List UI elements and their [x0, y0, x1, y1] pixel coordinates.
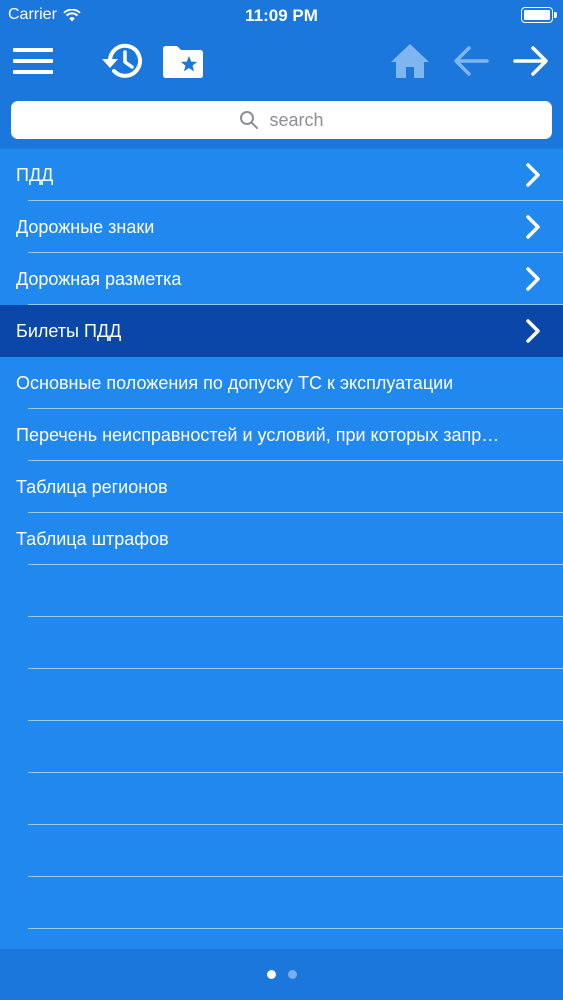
favorites-folder-icon [163, 46, 203, 78]
menu-list: ПДД Дорожные знаки Дорожная разметка Бил… [0, 149, 563, 981]
empty-row [0, 877, 563, 929]
empty-row [0, 617, 563, 669]
chevron-right-icon [526, 319, 540, 343]
list-item-fines-table[interactable]: Таблица штрафов [0, 513, 563, 565]
empty-row [0, 669, 563, 721]
list-item-label: Основные положения по допуску ТС к экспл… [16, 372, 454, 393]
history-button[interactable] [98, 36, 148, 86]
chevron-right-icon [526, 215, 540, 239]
empty-row [0, 773, 563, 825]
empty-row [0, 825, 563, 877]
battery-icon [521, 7, 557, 23]
history-icon [102, 43, 142, 78]
list-item-label: Таблица штрафов [16, 528, 169, 549]
empty-row [0, 565, 563, 617]
list-item-regions-table[interactable]: Таблица регионов [0, 461, 563, 513]
page-dot [287, 970, 297, 979]
menu-button[interactable] [8, 36, 58, 86]
list-item-label: Дорожная разметка [16, 268, 182, 289]
favorites-button[interactable] [158, 36, 208, 86]
forward-button[interactable] [506, 36, 556, 86]
list-item-label: Перечень неисправностей и условий, при к… [16, 424, 563, 445]
list-item-label: Таблица регионов [16, 476, 168, 497]
toolbar [0, 30, 563, 92]
search-input[interactable]: search [11, 101, 552, 139]
menu-icon [13, 48, 53, 74]
chevron-right-icon [526, 163, 540, 187]
page-indicator[interactable] [0, 949, 563, 1000]
list-item-basic-provisions[interactable]: Основные положения по допуску ТС к экспл… [0, 357, 563, 409]
empty-row [0, 721, 563, 773]
list-item-road-signs[interactable]: Дорожные знаки [0, 201, 563, 253]
status-bar: Carrier 11:09 PM [0, 0, 563, 30]
list-item-pdd[interactable]: ПДД [0, 149, 563, 201]
search-icon [240, 111, 259, 129]
list-item-malfunctions[interactable]: Перечень неисправностей и условий, при к… [0, 409, 563, 461]
search-placeholder: search [269, 109, 324, 130]
list-item-label: Билеты ПДД [16, 320, 122, 341]
forward-arrow-icon [513, 46, 548, 76]
back-button[interactable] [446, 36, 496, 86]
search-bar: search [0, 92, 563, 148]
list-item-label: ПДД [16, 164, 54, 185]
back-arrow-icon [454, 46, 489, 76]
status-time: 11:09 PM [245, 6, 318, 25]
list-item-road-markings[interactable]: Дорожная разметка [0, 253, 563, 305]
list-item-tickets[interactable]: Билеты ПДД [0, 305, 563, 357]
chevron-right-icon [526, 267, 540, 291]
home-button[interactable] [385, 36, 435, 86]
home-icon [391, 44, 429, 78]
list-item-label: Дорожные знаки [16, 216, 155, 237]
page-dot-active [266, 970, 276, 979]
